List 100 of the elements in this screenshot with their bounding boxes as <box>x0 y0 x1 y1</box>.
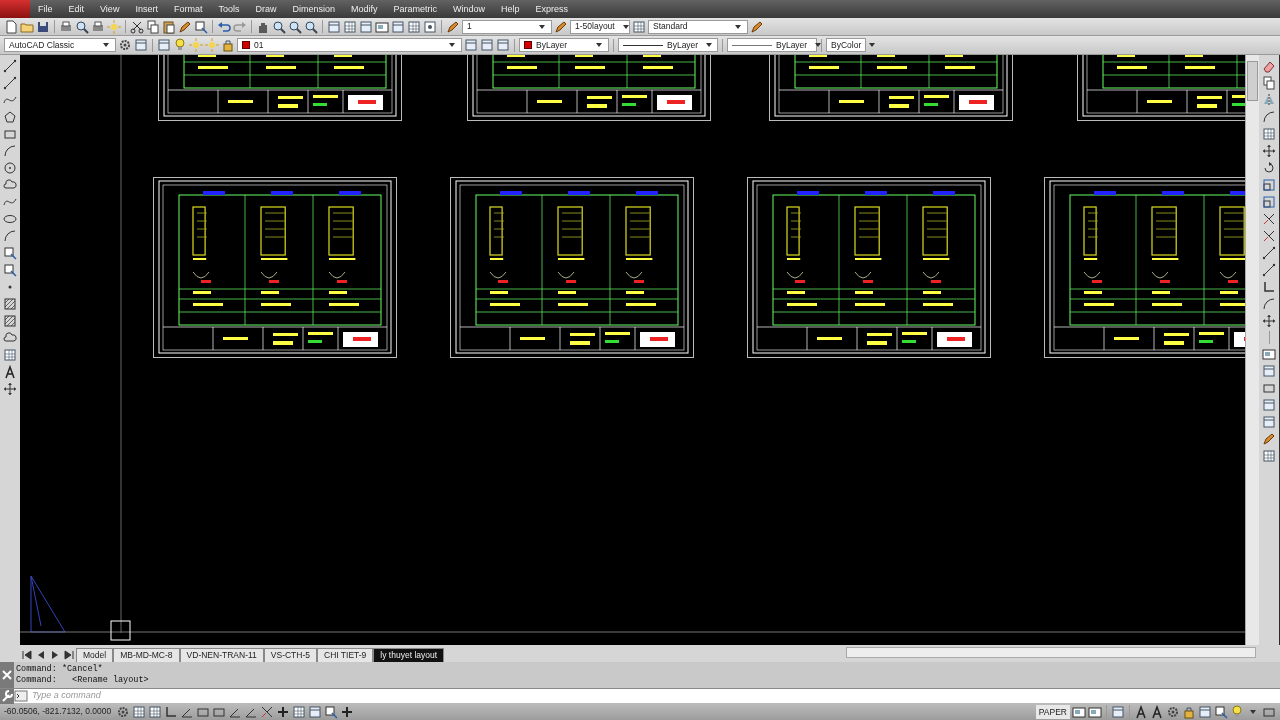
ellipse-arc-icon[interactable] <box>3 229 17 243</box>
block-editor-icon[interactable] <box>194 19 208 34</box>
tool-palette-icon[interactable] <box>359 19 373 34</box>
grid-icon[interactable] <box>1262 449 1276 463</box>
chamfer-icon[interactable] <box>1262 280 1276 294</box>
region-icon[interactable] <box>3 331 17 345</box>
dynamic-input-icon[interactable] <box>260 704 274 719</box>
workspace-combo[interactable]: AutoCAD Classic <box>4 38 116 52</box>
insert-block-icon[interactable] <box>3 246 17 260</box>
settings-icon[interactable] <box>118 38 132 52</box>
make-block-icon[interactable] <box>3 263 17 277</box>
markup-icon[interactable] <box>391 19 405 34</box>
layer-icon[interactable] <box>1262 398 1276 412</box>
close-icon[interactable] <box>0 668 14 682</box>
layout-tab[interactable]: CHI TIET-9 <box>317 648 374 662</box>
layer-on-icon[interactable] <box>173 38 187 52</box>
join-icon[interactable] <box>1262 263 1276 277</box>
make-current-icon[interactable] <box>464 38 478 52</box>
selection-cycling-icon[interactable] <box>324 704 338 719</box>
menu-item[interactable]: Parametric <box>385 0 445 18</box>
quick-properties-icon[interactable] <box>308 704 322 719</box>
layout-tab[interactable]: ly thuyet layout <box>373 648 445 662</box>
properties-icon[interactable] <box>327 19 341 34</box>
transparency-icon[interactable] <box>292 704 306 719</box>
construction-line-icon[interactable] <box>3 76 17 90</box>
customize-icon[interactable] <box>0 688 14 703</box>
snap-mode-icon[interactable] <box>132 704 146 719</box>
calculator-icon[interactable] <box>407 19 421 34</box>
zoom-window-icon[interactable] <box>288 19 302 34</box>
polygon-icon[interactable] <box>3 110 17 124</box>
horizontal-scrollbar[interactable] <box>846 647 1256 658</box>
menu-item[interactable]: Format <box>165 0 211 18</box>
last-tab-icon[interactable] <box>62 648 76 662</box>
menu-item[interactable]: Draw <box>247 0 285 18</box>
hardware-acceleration-icon[interactable] <box>1198 704 1212 719</box>
grid-display-icon[interactable] <box>148 704 162 719</box>
help-icon[interactable] <box>423 19 437 34</box>
copy-icon[interactable] <box>146 19 160 34</box>
menu-item[interactable]: Tools <box>210 0 248 18</box>
stretch-icon[interactable] <box>1262 195 1276 209</box>
rotate-icon[interactable] <box>1262 161 1276 175</box>
hatch-icon[interactable] <box>3 297 17 311</box>
menu-item[interactable]: Modify <box>343 0 386 18</box>
fillet-icon[interactable] <box>1262 297 1276 311</box>
table-style-icon[interactable] <box>632 19 646 34</box>
ortho-mode-icon[interactable] <box>164 704 178 719</box>
multileader-style-icon[interactable] <box>750 19 764 34</box>
window-icon[interactable] <box>1262 415 1276 429</box>
annotation-scale-icon[interactable] <box>1134 704 1148 719</box>
layout-tab[interactable]: VD-NEN-TRAN-11 <box>179 648 264 662</box>
text-style-icon[interactable] <box>446 19 460 34</box>
layer-combo[interactable]: 01 <box>237 38 462 52</box>
scale-icon[interactable] <box>1262 178 1276 192</box>
isolate-objects-icon[interactable] <box>1214 704 1228 719</box>
sheet-set-icon[interactable] <box>375 19 389 34</box>
break-icon[interactable] <box>1262 246 1276 260</box>
quick-view-drawings-icon[interactable] <box>1088 704 1102 719</box>
layer-manager-icon[interactable] <box>157 38 171 52</box>
first-tab-icon[interactable] <box>20 648 34 662</box>
mirror-icon[interactable] <box>1262 93 1276 107</box>
menu-item[interactable]: Express <box>527 0 577 18</box>
dimension-style-icon[interactable] <box>554 19 568 34</box>
undo-icon[interactable] <box>217 19 231 34</box>
match-properties-icon[interactable] <box>178 19 192 34</box>
design-center-icon[interactable] <box>343 19 357 34</box>
print-icon[interactable] <box>59 19 73 34</box>
save-icon[interactable] <box>36 19 50 34</box>
menu-item[interactable]: View <box>92 0 128 18</box>
new-file-icon[interactable] <box>4 19 18 34</box>
print-preview-icon[interactable] <box>75 19 89 34</box>
color-combo[interactable]: ByLayer <box>519 38 609 52</box>
line-tool-icon[interactable] <box>3 59 17 73</box>
infer-constraints-icon[interactable] <box>116 704 130 719</box>
linetype-combo[interactable]: ByLayer <box>618 38 718 52</box>
trim-icon[interactable] <box>1262 212 1276 226</box>
viewport-icon[interactable] <box>1262 364 1276 378</box>
layer-isolate-icon[interactable] <box>496 38 510 52</box>
vertical-scrollbar[interactable] <box>1245 55 1259 645</box>
annotation-visibility-icon[interactable] <box>1150 704 1164 719</box>
dimension-style-combo[interactable]: 1-50layout <box>570 19 630 34</box>
extend-icon[interactable] <box>1262 229 1276 243</box>
menu-item[interactable]: File <box>30 0 61 18</box>
erase-icon[interactable] <box>1262 59 1276 73</box>
add-selected-icon[interactable] <box>3 382 17 396</box>
bulb-icon[interactable] <box>1230 704 1244 719</box>
layout-tab[interactable]: MB-MD-MC-8 <box>113 648 180 662</box>
clip-icon[interactable] <box>1262 381 1276 395</box>
layout-tab[interactable]: Model <box>76 648 114 662</box>
maximize-viewport-icon[interactable] <box>1111 704 1125 719</box>
quick-view-layouts-icon[interactable] <box>1072 704 1086 719</box>
menu-item[interactable]: Insert <box>127 0 166 18</box>
menu-item[interactable]: Dimension <box>284 0 343 18</box>
menu-item[interactable]: Help <box>493 0 528 18</box>
copy-object-icon[interactable] <box>1262 76 1276 90</box>
table-style-combo[interactable]: Standard <box>648 19 748 34</box>
toolbar-lock-icon[interactable] <box>1182 704 1196 719</box>
publish-icon[interactable] <box>91 19 105 34</box>
ellipse-icon[interactable] <box>3 212 17 226</box>
command-prompt-icon[interactable] <box>14 689 28 703</box>
circle-icon[interactable] <box>3 161 17 175</box>
